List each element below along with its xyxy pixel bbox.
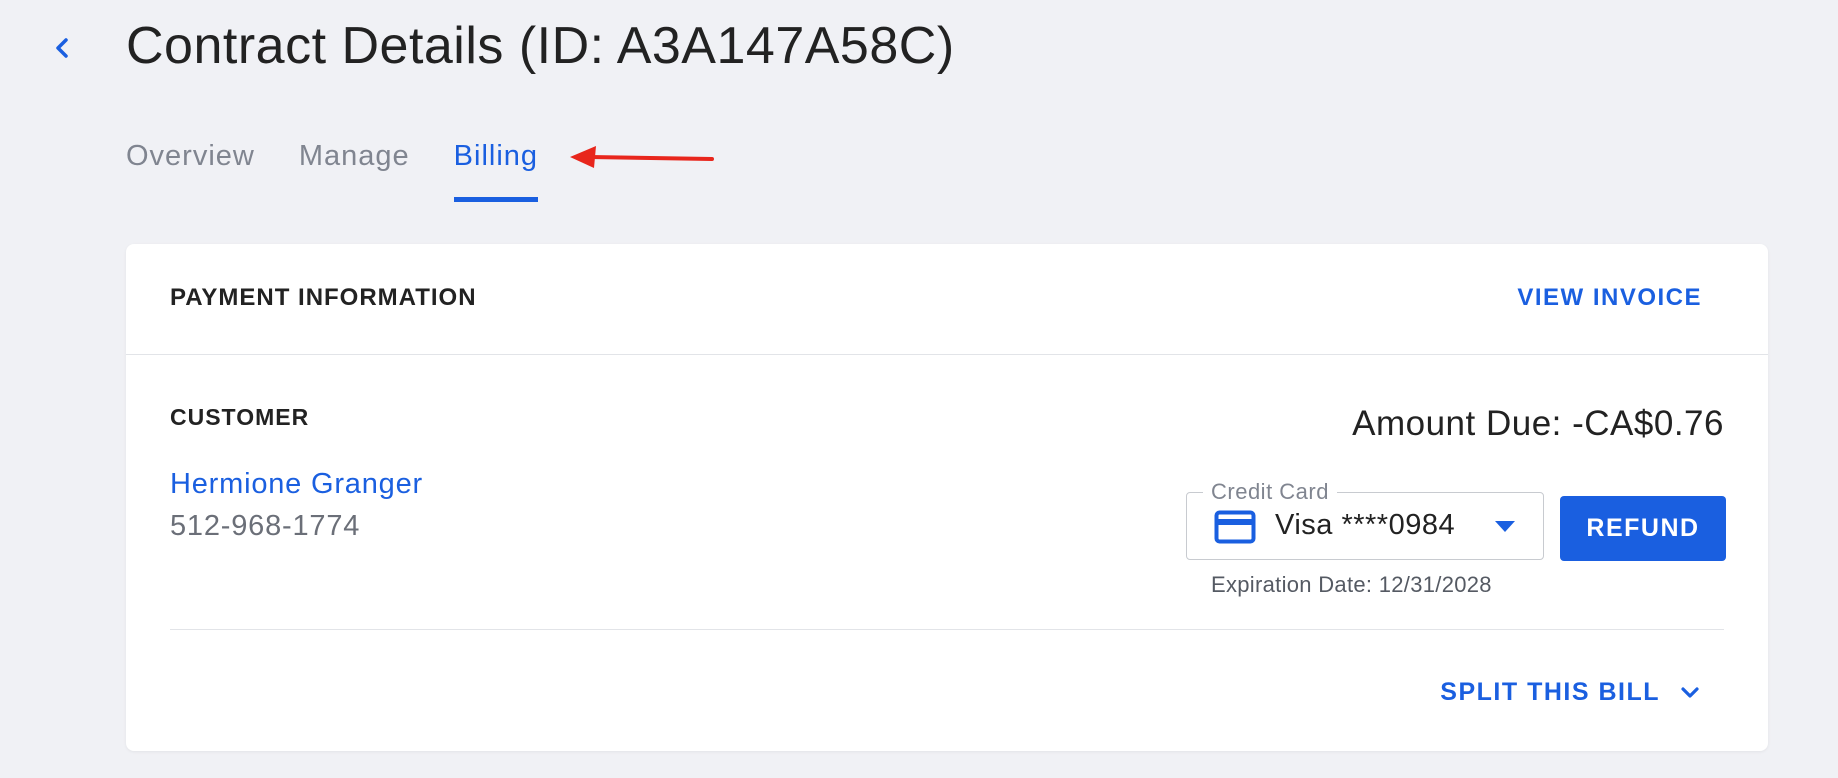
divider bbox=[170, 629, 1724, 630]
customer-name-link[interactable]: Hermione Granger bbox=[170, 468, 423, 501]
expiration-date: Expiration Date: 12/31/2028 bbox=[1211, 572, 1492, 597]
dropdown-arrow-icon bbox=[1495, 521, 1515, 532]
refund-button[interactable]: REFUND bbox=[1560, 496, 1726, 561]
tab-billing[interactable]: Billing bbox=[453, 132, 539, 202]
chevron-down-icon bbox=[1681, 686, 1699, 698]
split-bill-toggle[interactable]: SPLIT THIS BILL bbox=[1440, 678, 1700, 707]
page-title: Contract Details (ID: A3A147A58C) bbox=[126, 17, 955, 75]
customer-phone: 512-968-1774 bbox=[170, 510, 361, 542]
card-header: PAYMENT INFORMATION VIEW INVOICE bbox=[126, 244, 1768, 355]
tab-overview[interactable]: Overview bbox=[126, 132, 255, 194]
amount-due: Amount Due: -CA$0.76 bbox=[1352, 404, 1724, 443]
chevron-left-icon bbox=[56, 38, 68, 58]
split-bill-label: SPLIT THIS BILL bbox=[1440, 678, 1660, 706]
back-button[interactable] bbox=[44, 30, 80, 66]
payment-information-card: PAYMENT INFORMATION VIEW INVOICE CUSTOME… bbox=[126, 244, 1768, 751]
payment-method-value: Visa ****0984 bbox=[1275, 509, 1456, 541]
tab-manage[interactable]: Manage bbox=[299, 132, 410, 194]
section-title: PAYMENT INFORMATION bbox=[170, 284, 477, 311]
payment-method-label: Credit Card bbox=[1203, 479, 1337, 505]
customer-label: CUSTOMER bbox=[170, 404, 310, 430]
tab-bar: Overview Manage Billing bbox=[126, 132, 539, 202]
annotation-arrow-icon bbox=[570, 146, 714, 168]
view-invoice-link[interactable]: VIEW INVOICE bbox=[1517, 284, 1702, 312]
payment-method-select[interactable]: Credit Card Visa ****0984 bbox=[1186, 479, 1544, 560]
credit-card-icon bbox=[1214, 510, 1256, 544]
